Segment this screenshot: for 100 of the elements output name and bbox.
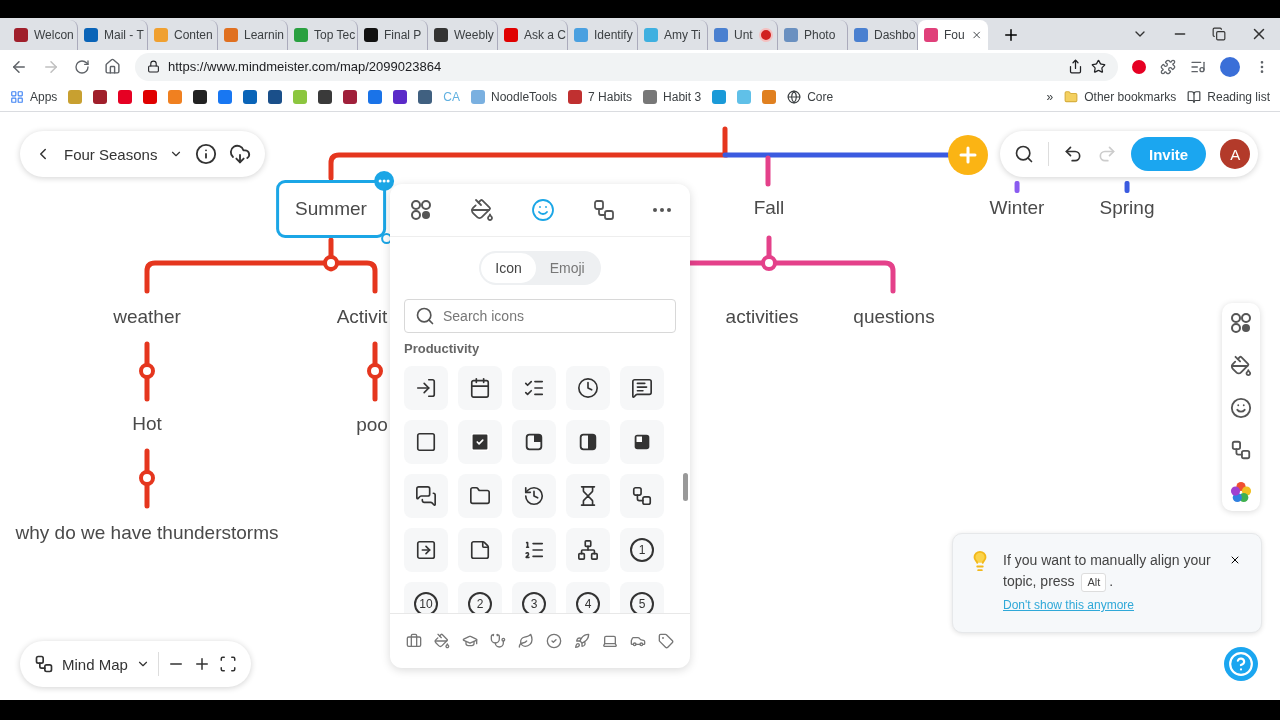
topic-label[interactable]: Hot bbox=[128, 409, 166, 439]
bookmark[interactable]: NoodleTools bbox=[471, 90, 558, 104]
extensions-icon[interactable] bbox=[1160, 58, 1176, 75]
mode-tab[interactable]: Icon bbox=[481, 253, 536, 283]
share-icon[interactable] bbox=[1068, 59, 1083, 74]
icon-option[interactable]: 3 bbox=[512, 582, 556, 613]
bookmark[interactable]: Apps bbox=[10, 90, 58, 104]
selected-topic[interactable]: Summer bbox=[276, 180, 386, 238]
home-icon[interactable] bbox=[104, 58, 121, 75]
address-bar[interactable]: https://www.mindmeister.com/map/2099023864 bbox=[135, 52, 1118, 81]
icon-option[interactable] bbox=[404, 528, 448, 572]
topic-label[interactable]: Spring bbox=[1095, 193, 1159, 223]
icon-option[interactable] bbox=[566, 474, 610, 518]
icon-option[interactable]: 5 bbox=[620, 582, 664, 613]
icon-option[interactable] bbox=[620, 366, 664, 410]
bookmark[interactable]: Core bbox=[787, 90, 834, 104]
icon-option[interactable] bbox=[620, 420, 664, 464]
icon-option[interactable] bbox=[512, 420, 556, 464]
topic-label[interactable]: Winter bbox=[985, 193, 1049, 223]
leaf-icon[interactable] bbox=[518, 633, 534, 649]
bookmark[interactable]: Habit 3 bbox=[643, 90, 702, 104]
tag-icon[interactable] bbox=[658, 633, 674, 649]
paint-bucket-icon[interactable] bbox=[434, 633, 450, 649]
topic-label[interactable]: poo bbox=[352, 410, 392, 440]
icon-option[interactable] bbox=[566, 366, 610, 410]
bookmark-icon[interactable] bbox=[418, 90, 433, 104]
topic-label[interactable]: why do we have thunderstorms bbox=[11, 518, 283, 548]
icon-option[interactable] bbox=[458, 420, 502, 464]
mode-tab[interactable]: Emoji bbox=[535, 253, 599, 283]
icon-option[interactable] bbox=[566, 420, 610, 464]
icon-option[interactable] bbox=[458, 366, 502, 410]
icon-option[interactable] bbox=[512, 474, 556, 518]
search-icon[interactable] bbox=[1014, 144, 1034, 164]
icon-option[interactable] bbox=[404, 366, 448, 410]
paint-bucket-icon[interactable] bbox=[1230, 355, 1252, 377]
icon-option[interactable] bbox=[566, 528, 610, 572]
icon-option[interactable] bbox=[458, 528, 502, 572]
info-icon[interactable] bbox=[195, 143, 218, 165]
bookmark[interactable]: Reading list bbox=[1187, 90, 1270, 104]
topic-label[interactable]: Fall bbox=[749, 193, 789, 223]
connector-knob bbox=[139, 363, 155, 379]
more-bookmarks[interactable]: » bbox=[1046, 90, 1054, 104]
search-field[interactable]: Search icons bbox=[443, 300, 665, 332]
view-mode-dropdown[interactable]: Mind Map bbox=[62, 655, 128, 673]
icon-option[interactable]: 2 bbox=[458, 582, 502, 613]
color-wheel-icon[interactable] bbox=[1230, 481, 1252, 503]
bookmark-star-icon[interactable] bbox=[1091, 59, 1106, 74]
rocket-icon[interactable] bbox=[574, 633, 590, 649]
undo-icon[interactable] bbox=[1063, 144, 1083, 164]
icon-option[interactable] bbox=[458, 474, 502, 518]
icon-option[interactable]: 10 bbox=[404, 582, 448, 613]
bookmark[interactable]: Other bookmarks bbox=[1064, 90, 1177, 104]
laptop-icon[interactable] bbox=[602, 633, 618, 649]
map-title[interactable]: Four Seasons bbox=[64, 145, 158, 163]
user-avatar[interactable]: A bbox=[1220, 139, 1251, 169]
number-icon: 5 bbox=[630, 592, 654, 613]
close-tab-icon[interactable] bbox=[970, 28, 982, 42]
icon-option[interactable]: 1 bbox=[620, 528, 664, 572]
icon-option[interactable] bbox=[512, 528, 556, 572]
help-button[interactable] bbox=[1224, 647, 1258, 681]
icon-option[interactable] bbox=[512, 366, 556, 410]
connector-line bbox=[144, 448, 150, 509]
smiley-icon[interactable] bbox=[1230, 397, 1252, 419]
new-tab-icon[interactable] bbox=[1002, 26, 1020, 44]
topic-label[interactable]: Activit bbox=[332, 302, 392, 332]
stethoscope-icon[interactable] bbox=[490, 633, 506, 649]
icon-option[interactable] bbox=[404, 420, 448, 464]
icon-option[interactable] bbox=[404, 474, 448, 518]
fit-view-icon[interactable] bbox=[218, 655, 237, 673]
bookmark-icon[interactable] bbox=[93, 90, 108, 104]
bookmark-icon[interactable] bbox=[343, 90, 358, 104]
icon-option[interactable] bbox=[620, 474, 664, 518]
topic-label[interactable]: weather bbox=[109, 302, 185, 332]
graduation-cap-icon[interactable] bbox=[462, 633, 478, 649]
bookmark-icon[interactable] bbox=[193, 90, 208, 104]
options-button[interactable] bbox=[373, 171, 394, 191]
active-tab[interactable]: Fou bbox=[918, 20, 988, 50]
restore-icon[interactable] bbox=[1212, 27, 1226, 41]
lock-icon bbox=[147, 60, 160, 73]
bookmark[interactable]: 7 Habits bbox=[568, 90, 633, 104]
profile-avatar[interactable] bbox=[1220, 56, 1240, 77]
close-icon[interactable] bbox=[1229, 554, 1241, 566]
extension-icon[interactable] bbox=[1132, 59, 1146, 74]
reload-icon[interactable] bbox=[74, 58, 90, 75]
topic-label[interactable]: activities bbox=[721, 302, 803, 332]
search-box[interactable]: Search icons bbox=[404, 299, 676, 333]
cloud-download-icon[interactable] bbox=[229, 143, 252, 165]
half-square-icon bbox=[577, 431, 599, 453]
briefcase-icon[interactable] bbox=[406, 633, 422, 649]
note-icon bbox=[469, 539, 491, 561]
bookmark-icon[interactable] bbox=[393, 90, 408, 104]
connector-line bbox=[144, 341, 150, 402]
bookmark-icon[interactable] bbox=[268, 90, 283, 104]
icon-option[interactable]: 4 bbox=[566, 582, 610, 613]
scrollbar-thumb[interactable] bbox=[683, 473, 688, 501]
network-icon[interactable] bbox=[1230, 439, 1252, 461]
topic-label[interactable]: questions bbox=[849, 302, 939, 332]
bookmark-icon[interactable] bbox=[318, 90, 333, 104]
check-circle-icon[interactable] bbox=[546, 633, 562, 649]
tab-title: Fou bbox=[944, 28, 965, 42]
